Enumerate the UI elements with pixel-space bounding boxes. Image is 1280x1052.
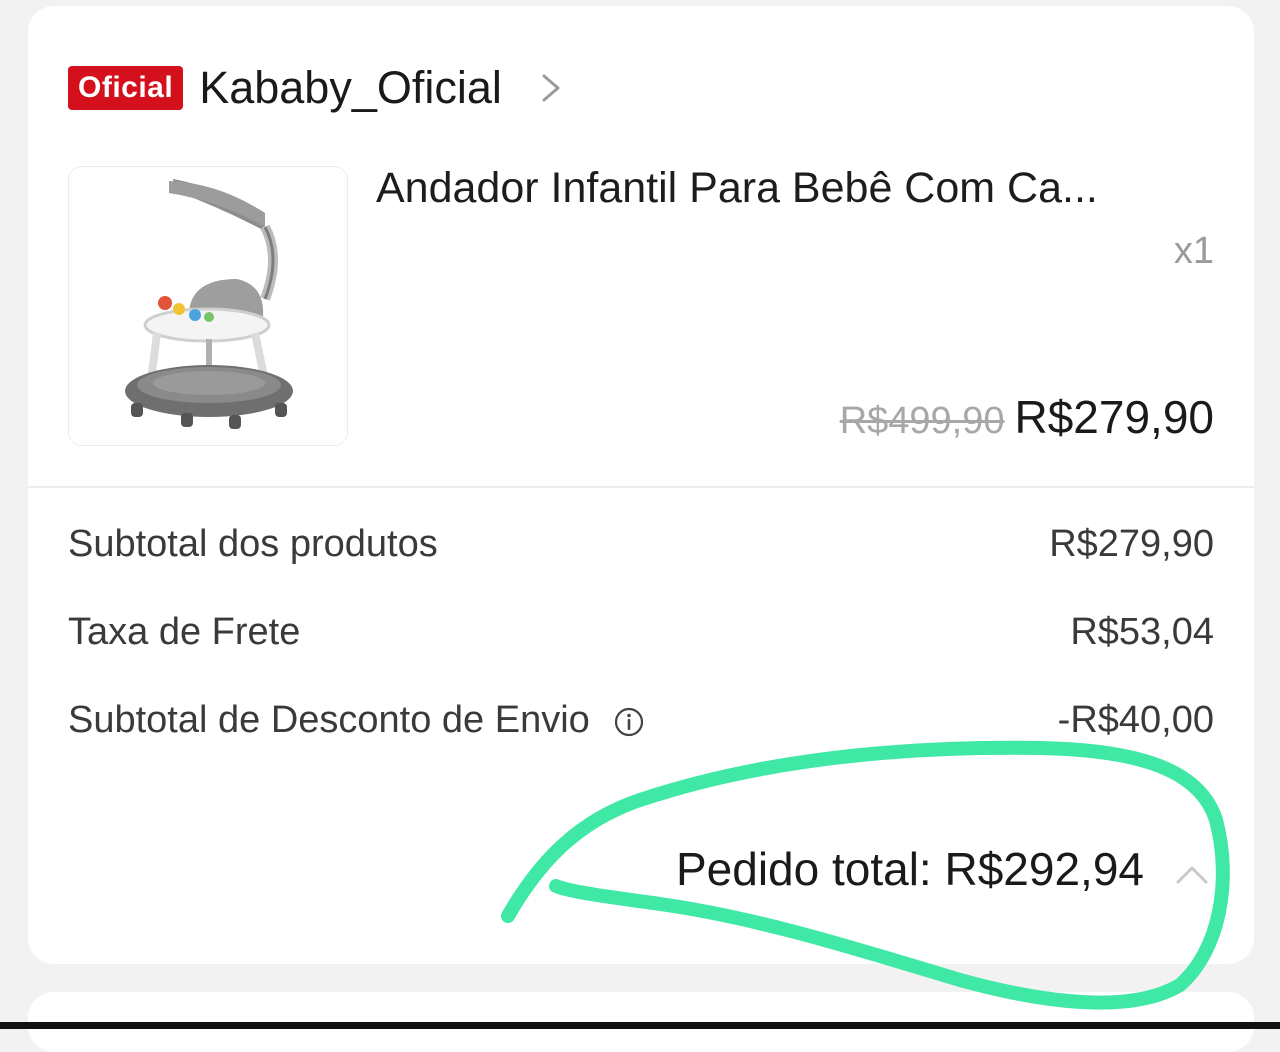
order-total: Pedido total: R$292,94: [675, 843, 1144, 895]
divider: [28, 486, 1254, 488]
shipping-fee-row: Taxa de Frete R$53,04: [68, 611, 1214, 654]
baby-walker-icon: [125, 179, 293, 429]
shipping-discount-row: Subtotal de Desconto de Envio -R$40,00: [68, 699, 1214, 742]
product-thumbnail[interactable]: [68, 166, 348, 446]
chevron-up-icon[interactable]: [1174, 860, 1210, 888]
shop-name[interactable]: Kababy_Oficial: [199, 62, 502, 114]
order-card: Oficial Kababy_Oficial Andador Infantil …: [28, 6, 1254, 964]
price-row: R$499,90 R$279,90: [840, 390, 1214, 444]
bottom-bar: [0, 1022, 1280, 1029]
chevron-right-icon[interactable]: [538, 70, 564, 106]
current-price: R$279,90: [1014, 391, 1215, 443]
shipping-discount-label: Subtotal de Desconto de Envio: [68, 699, 590, 741]
shipping-discount-label-wrap: Subtotal de Desconto de Envio: [68, 699, 644, 742]
subtotal-products-row: Subtotal dos produtos R$279,90: [68, 523, 1214, 566]
info-icon[interactable]: [614, 707, 644, 737]
official-badge: Oficial: [68, 66, 184, 110]
shop-header[interactable]: Oficial Kababy_Oficial: [68, 58, 564, 118]
product-quantity: x1: [1173, 230, 1214, 272]
shipping-discount-value: -R$40,00: [1057, 699, 1214, 741]
subtotal-products-value: R$279,90: [1049, 523, 1214, 565]
original-price: R$499,90: [839, 400, 1005, 442]
product-title[interactable]: Andador Infantil Para Bebê Com Ca...: [376, 164, 1098, 213]
subtotal-products-label: Subtotal dos produtos: [68, 523, 438, 565]
shipping-fee-label: Taxa de Frete: [68, 611, 301, 653]
shipping-fee-value: R$53,04: [1070, 611, 1214, 653]
